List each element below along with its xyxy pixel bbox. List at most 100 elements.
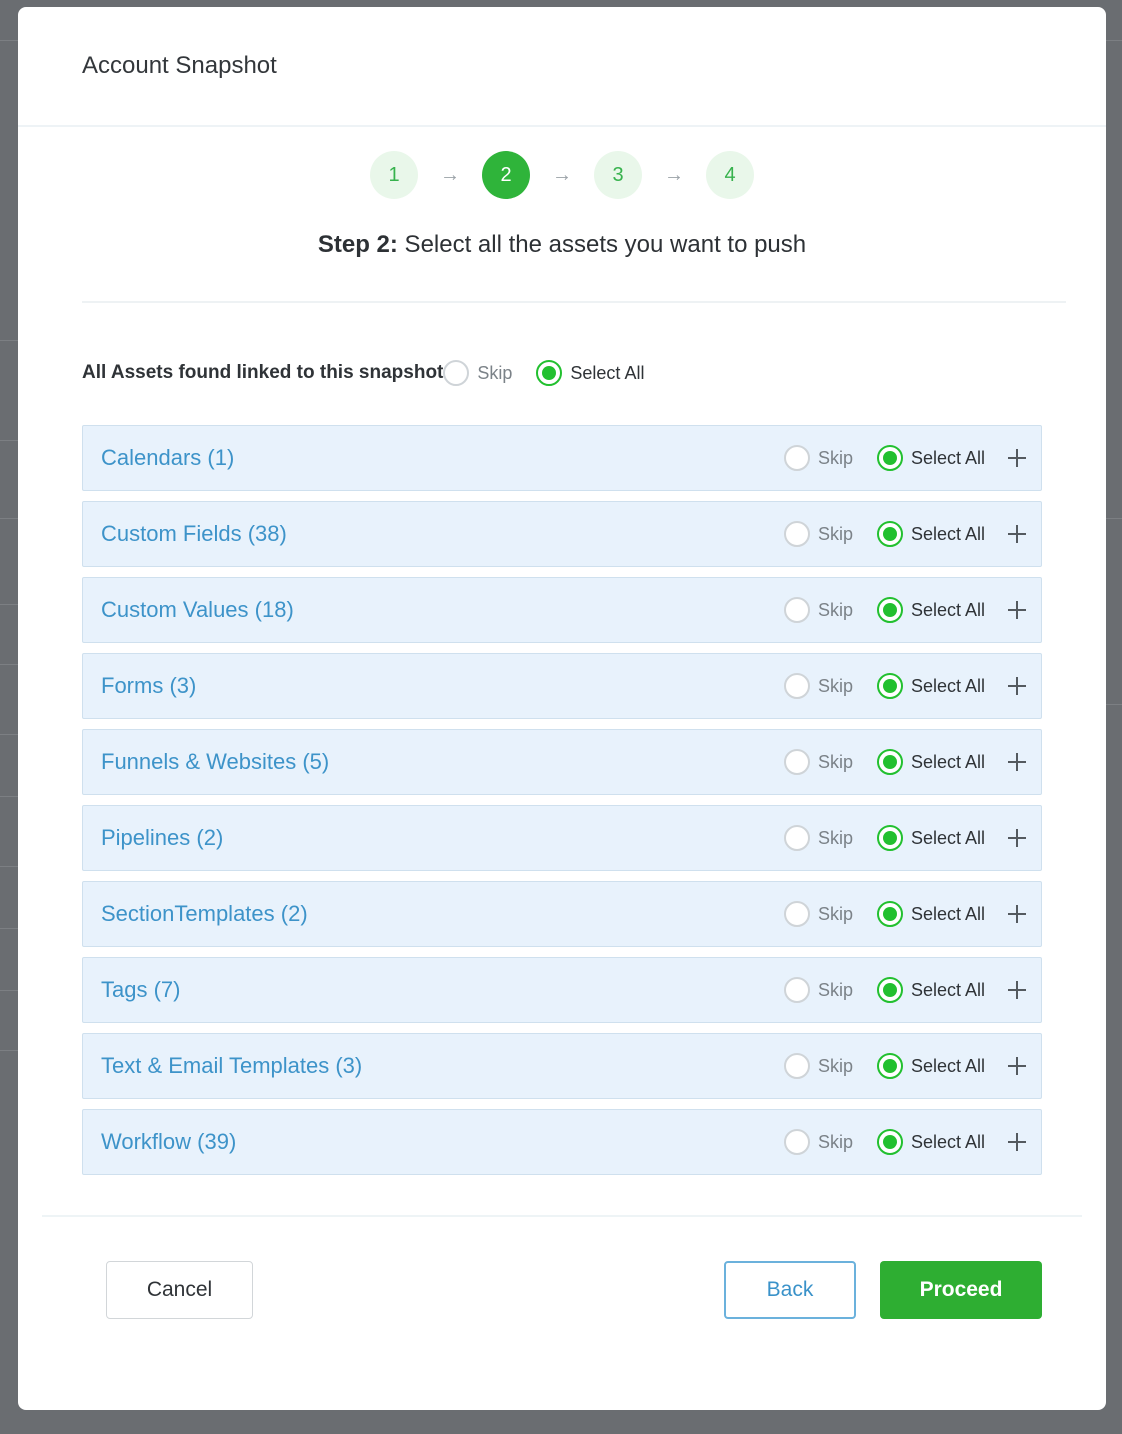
asset-skip-radio[interactable]: [783, 1053, 810, 1079]
asset-row[interactable]: Pipelines (2) Skip Select All: [82, 805, 1042, 871]
plus-icon[interactable]: [1007, 904, 1027, 924]
asset-select-all-radio[interactable]: [876, 597, 903, 623]
plus-icon[interactable]: [1007, 600, 1027, 620]
asset-row-controls: Skip Select All: [783, 1110, 1027, 1174]
skip-label: Skip: [817, 447, 853, 468]
asset-name[interactable]: Forms (3): [101, 673, 196, 699]
asset-skip-option[interactable]: Skip: [783, 1053, 853, 1079]
asset-row[interactable]: Custom Values (18) Skip Select All: [82, 577, 1042, 643]
asset-select-all-radio[interactable]: [876, 673, 903, 699]
step-1-indicator[interactable]: 1: [370, 151, 418, 199]
proceed-button[interactable]: Proceed: [880, 1261, 1042, 1319]
asset-name[interactable]: Calendars (1): [101, 445, 234, 471]
asset-row[interactable]: Funnels & Websites (5) Skip Select All: [82, 729, 1042, 795]
all-assets-skip-option[interactable]: Skip: [443, 360, 512, 386]
step-4-indicator[interactable]: 4: [706, 151, 754, 199]
asset-name[interactable]: Funnels & Websites (5): [101, 749, 329, 775]
asset-row[interactable]: Text & Email Templates (3) Skip Select All: [82, 1033, 1042, 1099]
asset-select-all-option[interactable]: Select All: [876, 1129, 985, 1155]
asset-select-all-option[interactable]: Select All: [876, 445, 985, 471]
asset-select-all-option[interactable]: Select All: [876, 1053, 985, 1079]
step-heading-text: Select all the assets you want to push: [397, 231, 807, 258]
asset-skip-option[interactable]: Skip: [783, 445, 853, 471]
asset-select-all-radio[interactable]: [876, 749, 903, 775]
plus-icon[interactable]: [1007, 676, 1027, 696]
asset-skip-option[interactable]: Skip: [783, 749, 853, 775]
asset-select-all-option[interactable]: Select All: [876, 673, 985, 699]
asset-skip-option[interactable]: Skip: [783, 977, 853, 1003]
cancel-button[interactable]: Cancel: [106, 1261, 253, 1319]
asset-select-all-option[interactable]: Select All: [876, 521, 985, 547]
step-3-indicator[interactable]: 3: [594, 151, 642, 199]
asset-select-all-option[interactable]: Select All: [876, 749, 985, 775]
asset-row[interactable]: Forms (3) Skip Select All: [82, 653, 1042, 719]
asset-skip-radio[interactable]: [783, 825, 810, 851]
all-assets-selector: All Assets found linked to this snapshot…: [82, 359, 644, 387]
select-all-label: Select All: [910, 979, 985, 1000]
all-assets-skip-radio[interactable]: [443, 360, 470, 386]
asset-row[interactable]: Tags (7) Skip Select All: [82, 957, 1042, 1023]
asset-name[interactable]: SectionTemplates (2): [101, 901, 308, 927]
asset-skip-option[interactable]: Skip: [783, 673, 853, 699]
asset-select-all-option[interactable]: Select All: [876, 901, 985, 927]
select-all-label: Select All: [570, 362, 645, 383]
asset-select-all-radio[interactable]: [876, 1053, 903, 1079]
asset-select-all-radio[interactable]: [876, 521, 903, 547]
asset-row[interactable]: Custom Fields (38) Skip Select All: [82, 501, 1042, 567]
asset-select-all-radio[interactable]: [876, 445, 903, 471]
asset-skip-radio[interactable]: [783, 445, 810, 471]
asset-skip-radio[interactable]: [783, 1129, 810, 1155]
step-heading-prefix: Step 2:: [317, 231, 398, 258]
asset-skip-radio[interactable]: [783, 749, 810, 775]
back-button[interactable]: Back: [724, 1261, 856, 1319]
skip-label: Skip: [817, 903, 853, 924]
plus-icon[interactable]: [1007, 752, 1027, 772]
background-divider: [0, 928, 18, 929]
asset-select-all-option[interactable]: Select All: [876, 825, 985, 851]
asset-select-all-radio[interactable]: [876, 825, 903, 851]
modal-header: Account Snapshot: [18, 7, 1106, 127]
asset-skip-option[interactable]: Skip: [783, 597, 853, 623]
asset-skip-radio[interactable]: [783, 521, 810, 547]
asset-skip-radio[interactable]: [783, 673, 810, 699]
plus-icon[interactable]: [1007, 524, 1027, 544]
asset-select-all-radio[interactable]: [876, 1129, 903, 1155]
asset-skip-option[interactable]: Skip: [783, 521, 853, 547]
asset-row-controls: Skip Select All: [783, 882, 1027, 946]
plus-icon[interactable]: [1007, 448, 1027, 468]
skip-label: Skip: [817, 1131, 853, 1152]
asset-skip-radio[interactable]: [783, 977, 810, 1003]
asset-skip-option[interactable]: Skip: [783, 1129, 853, 1155]
all-assets-select-all-option[interactable]: Select All: [536, 360, 644, 386]
plus-icon[interactable]: [1007, 828, 1027, 848]
asset-select-all-radio[interactable]: [876, 901, 903, 927]
step-2-indicator[interactable]: 2: [482, 151, 530, 199]
plus-icon[interactable]: [1007, 1132, 1027, 1152]
asset-name[interactable]: Text & Email Templates (3): [101, 1053, 362, 1079]
background-divider: [1106, 40, 1122, 41]
asset-row[interactable]: Workflow (39) Skip Select All: [82, 1109, 1042, 1175]
asset-name[interactable]: Workflow (39): [101, 1129, 236, 1155]
asset-skip-radio[interactable]: [783, 597, 810, 623]
asset-select-all-option[interactable]: Select All: [876, 597, 985, 623]
asset-select-all-option[interactable]: Select All: [876, 977, 985, 1003]
asset-row[interactable]: Calendars (1) Skip Select All: [82, 425, 1042, 491]
asset-name[interactable]: Tags (7): [101, 977, 180, 1003]
asset-name[interactable]: Custom Values (18): [101, 597, 294, 623]
asset-row[interactable]: SectionTemplates (2) Skip Select All: [82, 881, 1042, 947]
background-divider: [0, 1050, 18, 1051]
plus-icon[interactable]: [1007, 980, 1027, 1000]
background-divider: [0, 734, 18, 735]
all-assets-select-all-radio[interactable]: [536, 360, 563, 386]
select-all-label: Select All: [910, 1055, 985, 1076]
asset-name[interactable]: Custom Fields (38): [101, 521, 287, 547]
asset-skip-radio[interactable]: [783, 901, 810, 927]
asset-list: Calendars (1) Skip Select All Custom Fields…: [82, 425, 1042, 1185]
asset-name[interactable]: Pipelines (2): [101, 825, 223, 851]
asset-skip-option[interactable]: Skip: [783, 825, 853, 851]
plus-icon[interactable]: [1007, 1056, 1027, 1076]
background-divider: [0, 866, 18, 867]
asset-skip-option[interactable]: Skip: [783, 901, 853, 927]
asset-row-controls: Skip Select All: [783, 654, 1027, 718]
asset-select-all-radio[interactable]: [876, 977, 903, 1003]
